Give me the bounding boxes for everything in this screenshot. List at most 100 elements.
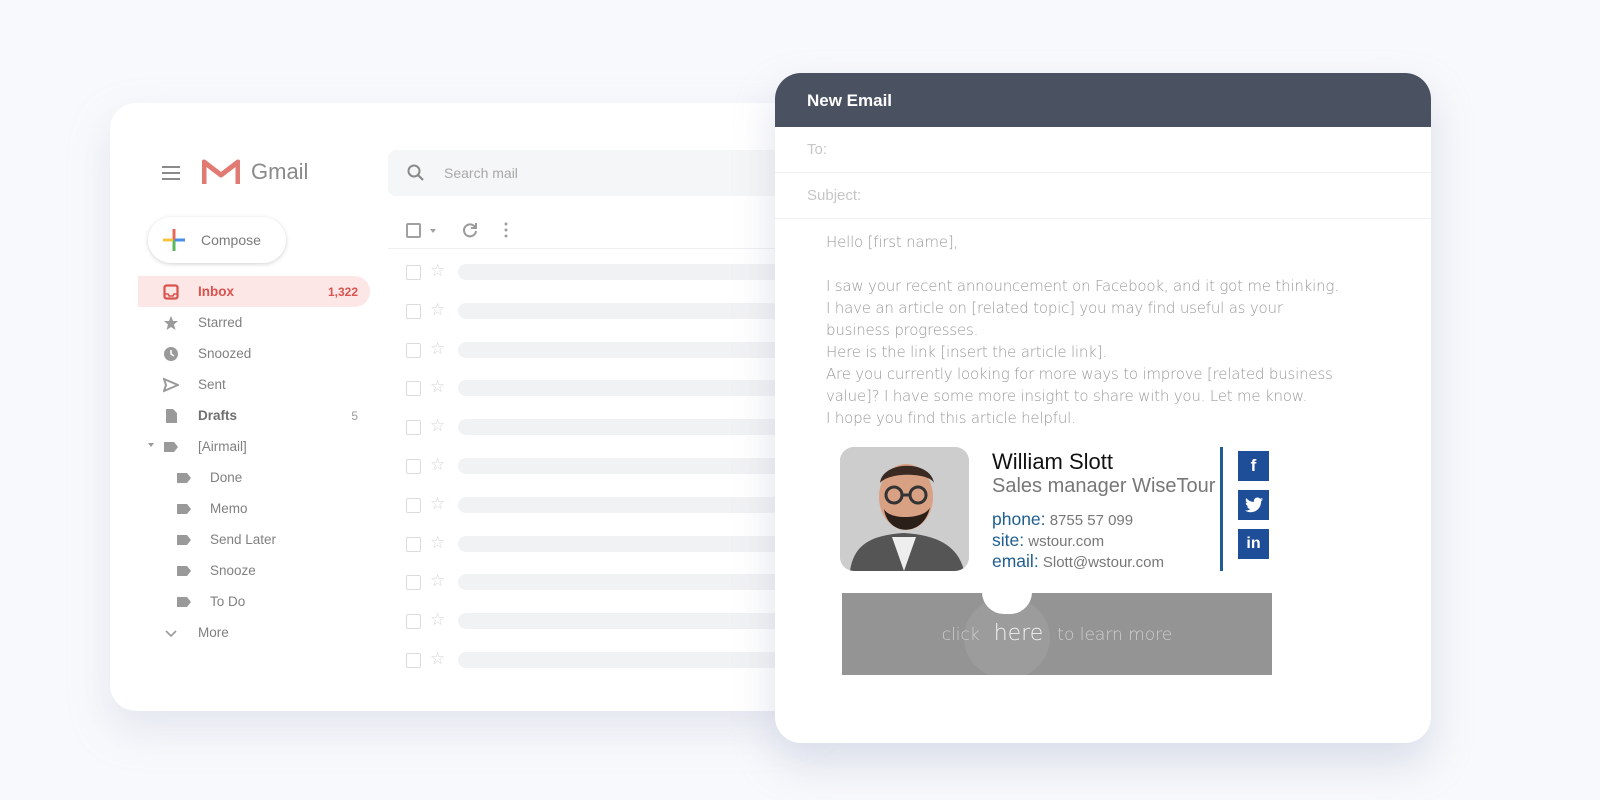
send-icon	[163, 377, 179, 393]
row-checkbox[interactable]	[406, 497, 421, 513]
message-row[interactable]: ☆	[388, 525, 810, 564]
nav-label: Memo	[210, 501, 248, 516]
nav-label: Inbox	[198, 284, 234, 299]
facebook-icon[interactable]: f	[1238, 451, 1269, 481]
cta-before: click	[941, 625, 980, 645]
star-outline-icon[interactable]: ☆	[430, 495, 445, 512]
star-outline-icon[interactable]: ☆	[430, 417, 445, 434]
signature-site: site: wstour.com	[992, 530, 1104, 551]
signature-divider	[1220, 447, 1223, 571]
compose-button[interactable]: Compose	[148, 217, 286, 263]
message-row[interactable]: ☆	[388, 292, 810, 331]
row-checkbox[interactable]	[406, 652, 421, 668]
to-input[interactable]	[865, 135, 1411, 165]
select-dropdown-icon[interactable]	[430, 229, 436, 233]
message-row[interactable]: ☆	[388, 602, 810, 641]
subject-field[interactable]: Subject:	[775, 173, 1431, 219]
menu-icon[interactable]	[162, 166, 180, 180]
star-outline-icon[interactable]: ☆	[430, 572, 445, 589]
signature-photo	[840, 447, 969, 571]
subject-label: Subject:	[807, 187, 862, 204]
refresh-icon[interactable]	[461, 221, 479, 239]
sidebar-item-done[interactable]: Done	[138, 462, 370, 493]
star-outline-icon[interactable]: ☆	[430, 650, 445, 667]
row-checkbox[interactable]	[406, 458, 421, 474]
expand-caret-icon[interactable]	[148, 443, 154, 447]
twitter-icon[interactable]	[1238, 490, 1269, 520]
row-checkbox[interactable]	[406, 614, 421, 630]
row-checkbox[interactable]	[406, 536, 421, 552]
email-label: email:	[992, 551, 1039, 571]
message-placeholder	[458, 419, 810, 436]
nav-label: Sent	[198, 377, 226, 392]
inbox-icon	[163, 284, 179, 300]
sidebar-item-to-do[interactable]: To Do	[138, 586, 370, 617]
message-toolbar	[388, 211, 810, 249]
search-bar[interactable]: Search mail	[388, 150, 810, 196]
body-line: I have an article on [related topic] you…	[826, 299, 1283, 339]
star-outline-icon[interactable]: ☆	[430, 340, 445, 357]
row-checkbox[interactable]	[406, 575, 421, 591]
email-link[interactable]: Slott@wstour.com	[1043, 554, 1164, 571]
star-outline-icon[interactable]: ☆	[430, 262, 445, 279]
sidebar-item-memo[interactable]: Memo	[138, 493, 370, 524]
cta-after: to learn more	[1057, 625, 1173, 645]
select-all-checkbox[interactable]	[406, 223, 421, 238]
body-line: I hope you find this article helpful.	[826, 409, 1076, 427]
row-checkbox[interactable]	[406, 381, 421, 397]
sidebar-item-snoozed[interactable]: Snoozed	[138, 338, 370, 369]
sidebar-item-send-later[interactable]: Send Later	[138, 524, 370, 555]
learn-more-banner[interactable]: click here to learn more	[842, 592, 1272, 679]
email-body[interactable]: Hello [first name], I saw your recent an…	[826, 231, 1346, 429]
message-row[interactable]: ☆	[388, 641, 810, 680]
message-placeholder	[458, 380, 810, 397]
row-checkbox[interactable]	[406, 265, 421, 280]
search-input[interactable]: Search mail	[444, 165, 518, 181]
row-checkbox[interactable]	[406, 342, 421, 358]
message-placeholder	[458, 574, 810, 591]
sidebar-item-sent[interactable]: Sent	[138, 369, 370, 400]
to-field[interactable]: To:	[775, 127, 1431, 173]
star-outline-icon[interactable]: ☆	[430, 378, 445, 395]
signature-email: email: Slott@wstour.com	[992, 551, 1164, 572]
signature-phone: phone: 8755 57 099	[992, 509, 1133, 530]
message-row[interactable]: ☆	[388, 563, 810, 602]
phone-value: 8755 57 099	[1049, 512, 1134, 529]
message-placeholder	[458, 535, 810, 552]
sidebar-item-snooze[interactable]: Snooze	[138, 555, 370, 586]
sidebar-item-airmail[interactable]: [Airmail]	[138, 431, 370, 462]
star-outline-icon[interactable]: ☆	[430, 534, 445, 551]
sidebar-item-inbox[interactable]: Inbox 1,322	[138, 276, 370, 307]
message-row[interactable]: ☆	[388, 369, 810, 408]
draft-icon	[166, 409, 177, 423]
sidebar-item-drafts[interactable]: Drafts 5	[138, 400, 370, 431]
chevron-down-icon	[165, 630, 177, 638]
body-line: Here is the link [insert the article lin…	[826, 343, 1107, 361]
row-checkbox[interactable]	[406, 420, 421, 436]
label-icon	[177, 566, 191, 576]
message-row[interactable]: ☆	[388, 447, 810, 486]
star-outline-icon[interactable]: ☆	[430, 301, 445, 318]
row-checkbox[interactable]	[406, 303, 421, 319]
linkedin-icon[interactable]: in	[1238, 529, 1269, 559]
more-vert-icon[interactable]	[504, 221, 508, 239]
label-icon	[164, 442, 178, 452]
message-row[interactable]: ☆	[388, 253, 810, 292]
sidebar-item-more[interactable]: More	[138, 617, 370, 648]
site-link[interactable]: wstour.com	[1028, 533, 1104, 550]
nav-label: Send Later	[210, 532, 277, 547]
sidebar-item-starred[interactable]: Starred	[138, 307, 370, 338]
nav-label: [Airmail]	[198, 439, 247, 454]
message-placeholder	[458, 302, 810, 319]
sidebar-nav: Inbox 1,322 Starred Snoozed Sent Drafts …	[138, 276, 374, 648]
subject-input[interactable]	[885, 181, 1411, 211]
message-row[interactable]: ☆	[388, 408, 810, 447]
star-outline-icon[interactable]: ☆	[430, 456, 445, 473]
message-row[interactable]: ☆	[388, 331, 810, 370]
new-email-window: New Email To: Subject: Hello [first name…	[775, 73, 1431, 743]
message-row[interactable]: ☆	[388, 486, 810, 525]
cta-here-link[interactable]: here	[994, 621, 1044, 646]
star-outline-icon[interactable]: ☆	[430, 611, 445, 628]
gmail-wordmark: Gmail	[251, 159, 309, 184]
inbox-count: 1,322	[327, 285, 358, 299]
